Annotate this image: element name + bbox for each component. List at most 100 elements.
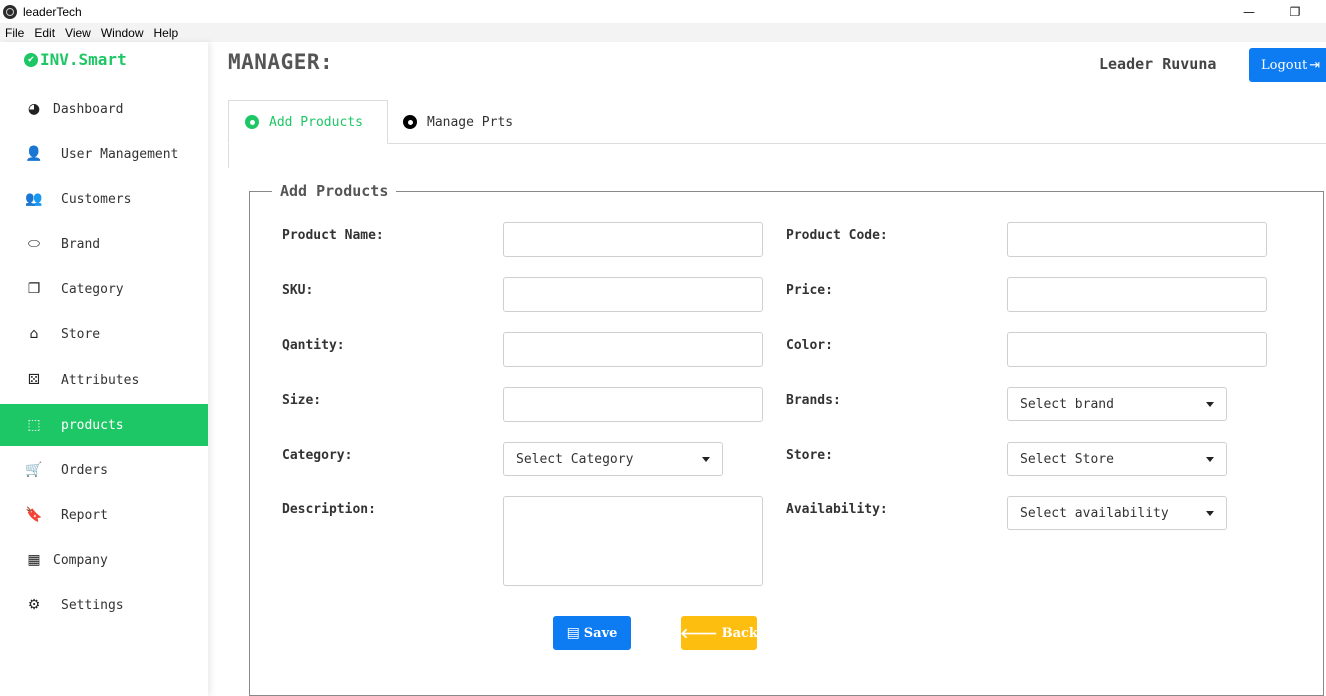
sidebar-item-attributes[interactable]: ⚄ Attributes xyxy=(0,359,208,401)
category-label: Category: xyxy=(282,448,353,463)
sidebar-item-user-management[interactable]: 👤 User Management xyxy=(0,133,208,175)
page-title: MANAGER: xyxy=(228,50,334,74)
sidebar-item-label: products xyxy=(61,417,124,433)
tab-manage-products[interactable]: Manage Prts xyxy=(403,100,513,144)
sidebar-item-label: Company xyxy=(53,552,108,568)
sidebar-item-products[interactable]: ⬚ products xyxy=(0,404,208,446)
window-titlebar: leaderTech — ❐ xyxy=(0,0,1326,23)
store-label: Store: xyxy=(786,448,833,463)
availability-select-value: Select availability xyxy=(1020,505,1169,521)
caret-down-icon xyxy=(1206,402,1214,407)
minimize-button[interactable]: — xyxy=(1226,0,1272,23)
back-label: Back xyxy=(721,625,758,641)
menu-file[interactable]: File xyxy=(0,26,29,40)
sidebar-item-label: Settings xyxy=(61,597,124,613)
quantity-label: Qantity: xyxy=(282,338,345,353)
ring-icon: ⬭ xyxy=(28,236,40,252)
radio-selected-icon xyxy=(245,115,259,129)
user-icon: 👤 xyxy=(25,146,43,162)
check-circle-icon: ✔ xyxy=(24,52,38,67)
brand-name: INV.Smart xyxy=(40,50,127,69)
category-select[interactable]: Select Category xyxy=(503,442,723,476)
users-icon: 👥 xyxy=(25,191,43,207)
sidebar-item-company[interactable]: ▦ Company xyxy=(0,539,208,581)
availability-select[interactable]: Select availability xyxy=(1007,496,1227,530)
store-select-value: Select Store xyxy=(1020,451,1114,467)
color-input[interactable] xyxy=(1007,332,1267,367)
brand-logo: ✔ INV.Smart xyxy=(24,50,127,69)
caret-down-icon xyxy=(1206,511,1214,516)
sidebar-item-settings[interactable]: ⚙ Settings xyxy=(0,584,208,626)
sidebar-item-label: Category xyxy=(61,281,124,297)
menu-edit[interactable]: Edit xyxy=(29,26,60,40)
quantity-input[interactable] xyxy=(503,332,763,367)
sku-label: SKU: xyxy=(282,283,314,298)
sidebar-item-label: Store xyxy=(61,326,101,342)
sidebar: ✔ INV.Smart ◕ Dashboard 👤 User Managemen… xyxy=(0,42,208,696)
sidebar-item-label: Attributes xyxy=(61,372,140,388)
brand-select[interactable]: Select brand xyxy=(1007,387,1227,421)
app-icon xyxy=(3,4,17,19)
gear-icon: ⚙ xyxy=(27,597,41,613)
bookmark-icon: 🔖 xyxy=(25,507,43,523)
tab-label: Add Products xyxy=(269,114,363,130)
menu-view[interactable]: View xyxy=(60,26,96,40)
archive-icon: ▤ xyxy=(566,625,580,641)
sidebar-item-label: Dashboard xyxy=(53,101,124,117)
save-button[interactable]: ▤ Save xyxy=(553,616,631,650)
brands-label: Brands: xyxy=(786,393,841,408)
tab-label: Manage Prts xyxy=(427,114,514,130)
brand-select-value: Select brand xyxy=(1020,396,1114,412)
price-input[interactable] xyxy=(1007,277,1267,312)
caret-down-icon xyxy=(702,457,710,462)
product-code-input[interactable] xyxy=(1007,222,1267,257)
category-select-value: Select Category xyxy=(516,451,634,467)
availability-label: Availability: xyxy=(786,502,888,517)
sidebar-item-label: Orders xyxy=(61,462,108,478)
price-label: Price: xyxy=(786,283,833,298)
restore-button[interactable]: ❐ xyxy=(1272,0,1318,23)
sidebar-item-report[interactable]: 🔖 Report xyxy=(0,494,208,536)
dashboard-icon: ◕ xyxy=(27,101,41,117)
sku-input[interactable] xyxy=(503,277,763,312)
product-name-label: Product Name: xyxy=(282,228,384,243)
product-name-input[interactable] xyxy=(503,222,763,257)
menubar: File Edit View Window Help xyxy=(0,23,1326,42)
color-label: Color: xyxy=(786,338,833,353)
sidebar-item-dashboard[interactable]: ◕ Dashboard xyxy=(0,88,208,130)
size-label: Size: xyxy=(282,393,322,408)
sidebar-item-label: Brand xyxy=(61,236,101,252)
box-icon: ⬚ xyxy=(27,417,41,433)
sidebar-item-orders[interactable]: 🛒 Orders xyxy=(0,449,208,491)
sidebar-item-store[interactable]: ⌂ Store xyxy=(0,313,208,355)
sidebar-item-brand[interactable]: ⬭ Brand xyxy=(0,223,208,265)
logout-button[interactable]: Logout ⇥ xyxy=(1249,48,1326,82)
tab-add-products[interactable]: Add Products xyxy=(228,100,388,144)
user-name: Leader Ruvuna xyxy=(1099,55,1217,73)
back-button[interactable]: 🡐 Back xyxy=(680,616,758,650)
menu-window[interactable]: Window xyxy=(96,26,149,40)
caret-down-icon xyxy=(1206,457,1214,462)
tabs-divider xyxy=(228,143,1326,144)
sidebar-item-label: Report xyxy=(61,507,108,523)
arrow-left-icon: 🡐 xyxy=(680,625,718,642)
window-title: leaderTech xyxy=(23,4,82,19)
store-select[interactable]: Select Store xyxy=(1007,442,1227,476)
fieldset-legend: Add Products xyxy=(272,182,397,200)
sign-out-icon: ⇥ xyxy=(1309,57,1321,73)
description-textarea[interactable] xyxy=(503,496,763,586)
product-code-label: Product Code: xyxy=(786,228,888,243)
sidebar-item-customers[interactable]: 👥 Customers xyxy=(0,178,208,220)
radio-icon xyxy=(403,115,417,129)
copy-icon: ❐ xyxy=(27,281,41,297)
logout-label: Logout xyxy=(1261,57,1308,73)
sidebar-item-category[interactable]: ❐ Category xyxy=(0,268,208,310)
size-input[interactable] xyxy=(503,387,763,422)
store-icon: ⌂ xyxy=(29,326,39,342)
sidebar-item-label: Customers xyxy=(61,191,132,207)
description-label: Description: xyxy=(282,502,376,517)
menu-help[interactable]: Help xyxy=(149,26,184,40)
tab-panel-edge xyxy=(228,144,229,168)
building-icon: ▦ xyxy=(27,552,41,568)
dice-icon: ⚄ xyxy=(27,372,41,388)
